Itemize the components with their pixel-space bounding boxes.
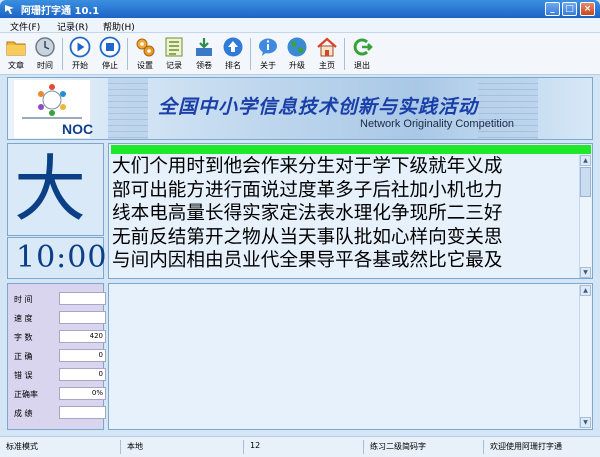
- progress-bar: [111, 145, 591, 154]
- stat-char-count: 字 数 420: [14, 330, 106, 344]
- minimize-button[interactable]: _: [545, 2, 560, 16]
- status-bar: 标准模式 本地 12 练习二级简码字 欢迎使用阿珊打字通: [0, 436, 600, 457]
- toolbar-article-button[interactable]: 文章: [2, 36, 30, 74]
- scroll-down-arrow-icon[interactable]: ▼: [580, 417, 591, 428]
- exit-icon: [353, 38, 373, 56]
- scroll-up-arrow-icon[interactable]: ▲: [580, 155, 591, 166]
- noc-logo-text: NOC: [62, 121, 94, 137]
- folder-icon: [6, 41, 26, 56]
- ranking-up-icon: [223, 37, 243, 57]
- toolbar-start-button[interactable]: 开始: [66, 36, 94, 74]
- status-mode: 标准模式: [6, 442, 38, 451]
- home-icon: [317, 37, 337, 57]
- countdown-timer: 10:00: [16, 240, 108, 275]
- toolbar-upgrade-button[interactable]: 升级: [283, 36, 311, 74]
- toolbar-collect-paper-button[interactable]: 领卷: [190, 36, 218, 74]
- status-source: 本地: [127, 442, 143, 451]
- scroll-up-arrow-icon[interactable]: ▲: [580, 285, 591, 296]
- toolbar-ranking-button[interactable]: 排名: [219, 36, 247, 74]
- practice-text-panel: 大们个用时到他会作来分生对于学下级就年义成 部可出能方进行面说过度革多子后社加小…: [108, 143, 593, 279]
- stat-accuracy: 正确率 0%: [14, 387, 106, 401]
- current-char-panel: 大: [7, 143, 104, 236]
- play-icon: [69, 36, 91, 58]
- timer-panel: 10:00: [7, 237, 108, 279]
- stats-panel: 时 间 速 度 字 数 420 正 确 0 错 误 0 正确率 0% 成 绩: [7, 283, 106, 430]
- typing-input-panel: ▲ ▼: [108, 283, 593, 430]
- records-list-icon: [165, 37, 183, 57]
- toolbar-separator: [62, 38, 63, 70]
- toolbar-separator: [127, 38, 128, 70]
- scroll-down-arrow-icon[interactable]: ▼: [580, 267, 591, 278]
- typing-input[interactable]: [111, 286, 577, 427]
- practice-text: 大们个用时到他会作来分生对于学下级就年义成 部可出能方进行面说过度革多子后社加小…: [112, 155, 580, 273]
- status-separator: [120, 440, 121, 454]
- stat-score: 成 绩: [14, 406, 106, 420]
- status-welcome: 欢迎使用阿珊打字通: [490, 442, 562, 451]
- clock-icon: [35, 37, 55, 57]
- toolbar-records-button[interactable]: 记录: [160, 36, 188, 74]
- noc-emblem-icon: [22, 84, 82, 119]
- app-icon: [5, 5, 14, 14]
- title-bar: 阿珊打字通 10.1 _ □ ×: [0, 0, 600, 18]
- scroll-thumb[interactable]: [580, 167, 591, 197]
- menu-file[interactable]: 文件(F): [10, 20, 40, 33]
- competition-banner: NOC 全国中小学信息技术创新与实践活动 Network Originality…: [7, 77, 593, 140]
- menu-help[interactable]: 帮助(H): [103, 20, 135, 33]
- banner-subtitle: Network Originality Competition: [360, 118, 515, 130]
- menu-records[interactable]: 记录(R): [57, 20, 88, 33]
- text-line: 大们个用时到他会作来分生对于学下级就年义成: [112, 156, 503, 177]
- building-decoration: [108, 78, 148, 139]
- text-line: 线本电高量长得实家定法表水理化争现所二三好: [112, 203, 503, 224]
- text-line: 与间内因相由员业代全果导平各基或然比它最及: [112, 250, 503, 271]
- globe-icon: [287, 37, 307, 57]
- status-lesson: 练习二级简码字: [370, 442, 426, 451]
- info-bubble-icon: [259, 38, 277, 56]
- stat-errors: 错 误 0: [14, 368, 106, 382]
- download-icon: [196, 38, 212, 56]
- toolbar-settings-button[interactable]: 设置: [131, 36, 159, 74]
- building-decoration: [478, 78, 538, 139]
- close-button[interactable]: ×: [580, 2, 595, 16]
- practice-text-scrollbar[interactable]: ▲ ▼: [579, 155, 591, 278]
- stop-icon: [99, 36, 121, 58]
- toolbar: 文章 时间 开始 停止 设置 记录 领卷 排名 关于 升级 主页 退出: [0, 33, 600, 75]
- stat-speed: 速 度: [14, 311, 106, 325]
- status-separator: [243, 440, 244, 454]
- toolbar-separator: [250, 38, 251, 70]
- banner-title: 全国中小学信息技术创新与实践活动: [158, 96, 479, 118]
- toolbar-about-button[interactable]: 关于: [254, 36, 282, 74]
- toolbar-exit-button[interactable]: 退出: [348, 36, 376, 74]
- menu-bar: 文件(F) 记录(R) 帮助(H): [0, 18, 600, 33]
- typing-input-scrollbar[interactable]: ▲ ▼: [579, 285, 591, 428]
- text-line: 无前反结第开之物从当天事队批如心样向变关思: [112, 226, 503, 248]
- stat-correct: 正 确 0: [14, 349, 106, 363]
- toolbar-separator: [344, 38, 345, 70]
- status-separator: [483, 440, 484, 454]
- gears-icon: [136, 38, 155, 57]
- current-char: 大: [14, 147, 87, 231]
- text-line: 部可出能方进行面说过度革多子后社加小机也力: [112, 179, 503, 201]
- status-separator: [363, 440, 364, 454]
- window-title: 阿珊打字通 10.1: [21, 6, 100, 17]
- toolbar-time-button[interactable]: 时间: [31, 36, 59, 74]
- stat-time: 时 间: [14, 292, 106, 306]
- status-count: 12: [250, 441, 261, 450]
- toolbar-homepage-button[interactable]: 主页: [313, 36, 341, 74]
- toolbar-stop-button[interactable]: 停止: [96, 36, 124, 74]
- maximize-button[interactable]: □: [562, 2, 577, 16]
